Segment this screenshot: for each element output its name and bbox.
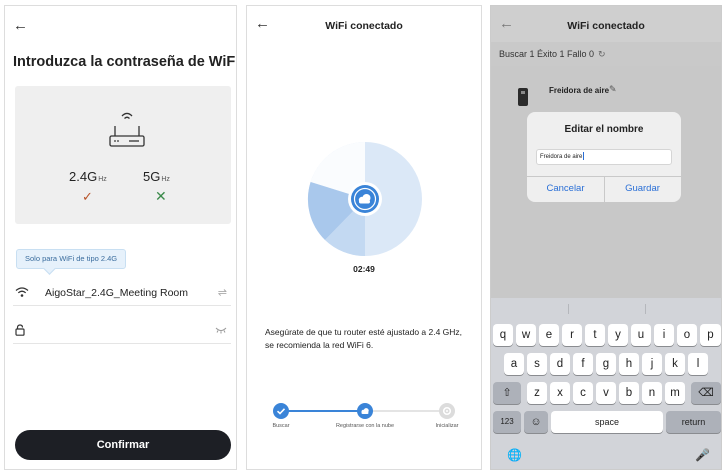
swap-icon[interactable]: ⇌ xyxy=(218,286,227,299)
edit-pencil-icon[interactable]: ✎ xyxy=(609,84,617,95)
key-y[interactable]: y xyxy=(608,324,628,346)
backspace-key[interactable]: ⌫ xyxy=(691,382,721,404)
key-b[interactable]: b xyxy=(619,382,639,404)
step-label-registrarse: Registrarse con la nube xyxy=(335,423,395,429)
shift-key[interactable]: ⇧ xyxy=(493,382,521,404)
key-i[interactable]: i xyxy=(654,324,674,346)
cross-icon: ✕ xyxy=(155,188,167,204)
key-f[interactable]: f xyxy=(573,353,593,375)
wifi-network-selector[interactable]: AigoStar_2.4G_Meeting Room ⇌ xyxy=(13,282,231,306)
key-c[interactable]: c xyxy=(573,382,593,404)
key-s[interactable]: s xyxy=(527,353,547,375)
suggestion-separator xyxy=(645,304,646,314)
gear-icon xyxy=(442,406,452,416)
suggestion-bar xyxy=(491,298,721,320)
countdown-timer: 02:49 xyxy=(353,264,375,274)
scan-status: Buscar 1 Éxito 1 Fallo 0 ↻ xyxy=(491,42,721,66)
globe-icon[interactable]: 🌐 xyxy=(507,448,522,462)
numbers-key[interactable]: 123 xyxy=(493,411,521,433)
key-d[interactable]: d xyxy=(550,353,570,375)
page-title: WiFi conectado xyxy=(325,20,403,32)
band-info-panel: 2.4GHz 5GHz ✓ ✕ xyxy=(15,86,231,224)
key-x[interactable]: x xyxy=(550,382,570,404)
name-input-value: Freidora de aire xyxy=(540,154,583,160)
cloud-icon xyxy=(361,408,369,414)
air-fryer-icon xyxy=(518,88,528,106)
check-icon xyxy=(276,408,286,415)
wifi-password-screen: ← Introduzca la contraseña de WiFi 2.4GH… xyxy=(4,5,237,470)
page-title: Introduzca la contraseña de WiFi xyxy=(13,54,237,70)
scan-status-text: Buscar 1 Éxito 1 Fallo 0 xyxy=(499,49,595,59)
key-o[interactable]: o xyxy=(677,324,697,346)
space-key[interactable]: space xyxy=(551,411,663,433)
key-t[interactable]: t xyxy=(585,324,605,346)
name-input[interactable]: Freidora de aire xyxy=(536,149,672,165)
key-v[interactable]: v xyxy=(596,382,616,404)
band-24-label: 2.4GHz xyxy=(69,169,107,184)
microphone-icon[interactable]: 🎤 xyxy=(695,448,710,462)
key-a[interactable]: a xyxy=(504,353,524,375)
step-dot-registrarse xyxy=(357,403,373,419)
dialog-title: Editar el nombre xyxy=(564,124,644,135)
step-label-buscar: Buscar xyxy=(272,423,290,429)
key-u[interactable]: u xyxy=(631,324,651,346)
page-title: WiFi conectado xyxy=(567,20,645,32)
save-button[interactable]: Guardar xyxy=(604,176,681,202)
text-caret xyxy=(583,152,585,161)
progress-steps: Buscar Registrarse con la nube Inicializ… xyxy=(247,399,481,439)
step-label-inicializar: Inicializar xyxy=(435,423,459,429)
router-icon xyxy=(109,112,145,147)
rename-dialog: Editar el nombre Freidora de aire Cancel… xyxy=(527,112,681,202)
step-dot-buscar xyxy=(273,403,289,419)
return-key[interactable]: return xyxy=(666,411,721,433)
suggestion-separator xyxy=(568,304,569,314)
key-q[interactable]: q xyxy=(493,324,513,346)
eye-closed-icon[interactable] xyxy=(215,326,227,334)
key-g[interactable]: g xyxy=(596,353,616,375)
check-icon: ✓ xyxy=(82,189,93,204)
key-w[interactable]: w xyxy=(516,324,536,346)
wifi-connected-screen: ← WiFi conectado 02:49 Asegúrate de que … xyxy=(246,5,482,470)
key-n[interactable]: n xyxy=(642,382,662,404)
key-r[interactable]: r xyxy=(562,324,582,346)
ssid-text: AigoStar_2.4G_Meeting Room xyxy=(45,287,188,299)
wifi-icon xyxy=(15,287,29,297)
key-j[interactable]: j xyxy=(642,353,662,375)
emoji-key[interactable]: ☺ xyxy=(524,411,548,433)
key-k[interactable]: k xyxy=(665,353,685,375)
confirm-button[interactable]: Confirmar xyxy=(15,430,231,460)
key-z[interactable]: z xyxy=(527,382,547,404)
key-p[interactable]: p xyxy=(700,324,721,346)
band-5-label: 5GHz xyxy=(143,169,170,184)
key-e[interactable]: e xyxy=(539,324,559,346)
rename-device-screen: ← WiFi conectado Buscar 1 Éxito 1 Fallo … xyxy=(490,5,722,470)
key-m[interactable]: m xyxy=(665,382,685,404)
step-line-pending xyxy=(365,410,447,412)
device-name: Freidora de aire xyxy=(549,86,610,95)
lock-icon xyxy=(15,324,25,336)
step-dot-inicializar xyxy=(439,403,455,419)
key-h[interactable]: h xyxy=(619,353,639,375)
arrow-left-icon[interactable]: ← xyxy=(13,18,28,33)
step-line-done xyxy=(281,410,365,412)
key-l[interactable]: l xyxy=(688,353,708,375)
router-note: Asegúrate de que tu router esté ajustado… xyxy=(265,327,463,350)
on-screen-keyboard: q w e r t y u i o p a s d f g h j k l ⇧ … xyxy=(491,298,721,469)
scanning-radar xyxy=(307,142,422,257)
refresh-icon[interactable]: ↻ xyxy=(598,49,606,59)
tooltip-24g-only: Solo para WiFi de tipo 2.4G xyxy=(16,249,127,269)
cancel-button[interactable]: Cancelar xyxy=(527,176,604,202)
password-field[interactable] xyxy=(13,320,231,344)
